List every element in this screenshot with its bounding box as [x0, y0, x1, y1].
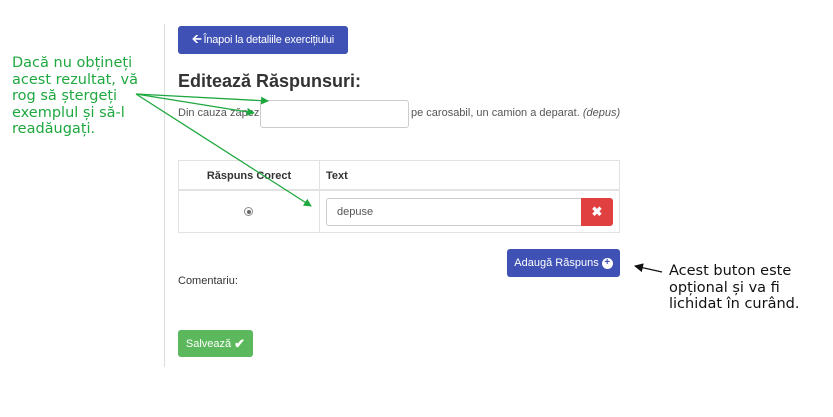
add-answer-button[interactable]: Adaugă Răspuns +: [507, 249, 620, 277]
sentence-after-gap: pe carosabil, un camion a deparat. (depu…: [411, 107, 620, 119]
delete-answer-button[interactable]: ✖: [581, 198, 613, 226]
correct-answer-radio[interactable]: [244, 207, 253, 216]
annotation-note-green: Dacă nu obțineți acest rezultat, vă rog …: [12, 55, 138, 137]
save-button[interactable]: Salvează ✔: [178, 330, 253, 357]
answers-table: Răspuns Corect Text depuse ✖: [178, 160, 620, 233]
page-title: Editează Răspunsuri:: [178, 71, 362, 91]
arrow-to-add-button: [634, 263, 663, 273]
back-to-exercise-button[interactable]: 🡨 Înapoi la detaliile exercițiului: [178, 26, 348, 54]
arrow-to-title: [135, 93, 269, 105]
add-answer-label: Adaugă Răspuns: [514, 257, 599, 269]
answer-hint: (depus): [582, 107, 621, 119]
save-button-label: Salvează: [185, 337, 232, 350]
gap-input[interactable]: [260, 100, 409, 128]
annotation-note-black: Acest buton este opțional și va fi lichi…: [669, 263, 800, 312]
arrow-left-icon: 🡨: [191, 31, 202, 46]
plus-circle-icon: +: [601, 257, 613, 269]
back-button-label: Înapoi la detaliile exercițiului: [203, 34, 335, 46]
sentence-before-gap: Din cauza zăpezii: [178, 107, 265, 119]
comment-label: Comentariu:: [178, 275, 238, 287]
times-icon: ✖: [591, 204, 603, 219]
column-header-correct: Răspuns Corect: [206, 170, 292, 182]
answer-text-input[interactable]: depuse: [326, 198, 582, 226]
panel-divider: [164, 24, 165, 367]
sentence-after-text: pe carosabil, un camion a deparat.: [411, 107, 580, 119]
check-icon: ✔: [234, 335, 246, 351]
table-column-divider: [319, 161, 320, 232]
column-header-text: Text: [326, 170, 348, 182]
